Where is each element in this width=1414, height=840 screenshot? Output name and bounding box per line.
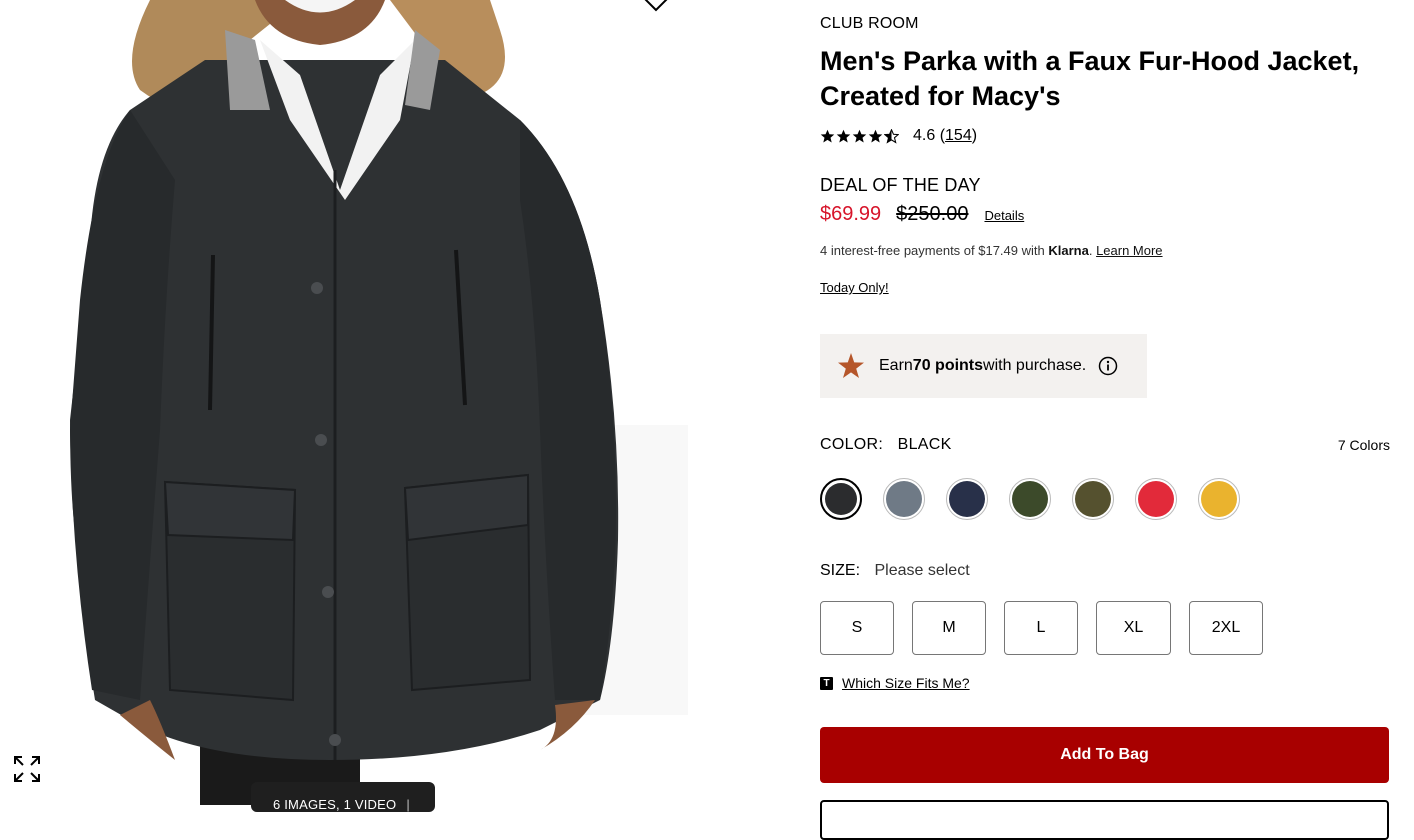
rating-stars-icon	[820, 128, 899, 144]
color-selector-header: COLOR: BLACK 7 Colors	[820, 436, 1390, 454]
klarna-logo: Klarna	[1048, 243, 1089, 258]
color-label: COLOR:	[820, 436, 884, 453]
sale-price: $69.99	[820, 203, 882, 225]
review-count-link[interactable]: 154	[945, 127, 972, 145]
which-size-fits-link[interactable]: Which Size Fits Me?	[842, 675, 970, 691]
klarna-text: 4 interest-free payments of $17.49 with	[820, 243, 1049, 258]
rating-close-paren: )	[971, 127, 978, 144]
original-price: $250.00	[896, 203, 969, 225]
star-rewards-icon	[838, 353, 864, 378]
swatch-black[interactable]	[820, 478, 862, 520]
size-options: S M L XL 2XL	[820, 601, 1281, 655]
size-fit-helper: T Which Size Fits Me?	[820, 675, 970, 691]
size-button-s[interactable]: S	[820, 601, 894, 655]
rating-value: 4.6	[913, 127, 936, 144]
wishlist-heart-icon[interactable]	[640, 0, 672, 12]
points-amount: 70 points	[912, 357, 984, 374]
price-block: $69.99 $250.00 Details	[820, 203, 1024, 226]
swatch-yellow[interactable]	[1198, 478, 1240, 520]
add-to-bag-button[interactable]: Add To Bag	[820, 727, 1389, 783]
color-swatches	[820, 478, 1261, 520]
product-image[interactable]	[0, 0, 700, 805]
swatch-red[interactable]	[1135, 478, 1177, 520]
size-prompt: Please select	[874, 562, 970, 579]
rating-summary[interactable]: 4.6 (154)	[820, 127, 977, 145]
size-button-m[interactable]: M	[912, 601, 986, 655]
size-label: SIZE:	[820, 562, 861, 579]
size-button-xl[interactable]: XL	[1096, 601, 1171, 655]
swatch-grey[interactable]	[883, 478, 925, 520]
swatch-camo[interactable]	[1072, 478, 1114, 520]
size-button-l[interactable]: L	[1004, 601, 1078, 655]
color-count: 7 Colors	[1337, 437, 1390, 453]
swatch-navy[interactable]	[946, 478, 988, 520]
selected-color: BLACK	[897, 436, 952, 453]
true-fit-icon: T	[820, 676, 833, 690]
media-count-pill[interactable]: 6 IMAGES, 1 VIDEO |	[251, 782, 435, 812]
info-icon[interactable]	[1098, 356, 1118, 376]
klarna-learn-more-link[interactable]: Learn More	[1096, 243, 1162, 258]
points-banner: Earn 70 points with purchase.	[820, 334, 1147, 398]
size-button-2xl[interactable]: 2XL	[1189, 601, 1263, 655]
klarna-message: 4 interest-free payments of $17.49 with …	[820, 243, 1163, 258]
deal-label: DEAL OF THE DAY	[820, 175, 981, 195]
size-selector-header: SIZE: Please select	[820, 562, 970, 580]
brand-name[interactable]: CLUB ROOM	[820, 15, 919, 33]
swatch-olive[interactable]	[1009, 478, 1051, 520]
product-title: Men's Parka with a Faux Fur-Hood Jacket,…	[820, 46, 1360, 111]
expand-icon[interactable]	[12, 754, 42, 784]
today-only-link[interactable]: Today Only!	[820, 280, 889, 295]
points-suffix: with purchase.	[983, 357, 1087, 374]
product-gallery: 6 IMAGES, 1 VIDEO |	[0, 0, 790, 812]
klarna-separator: .	[1088, 243, 1097, 258]
price-details-link[interactable]: Details	[984, 208, 1024, 223]
points-earn-text: Earn	[879, 357, 913, 374]
secondary-action-button[interactable]	[820, 800, 1389, 840]
